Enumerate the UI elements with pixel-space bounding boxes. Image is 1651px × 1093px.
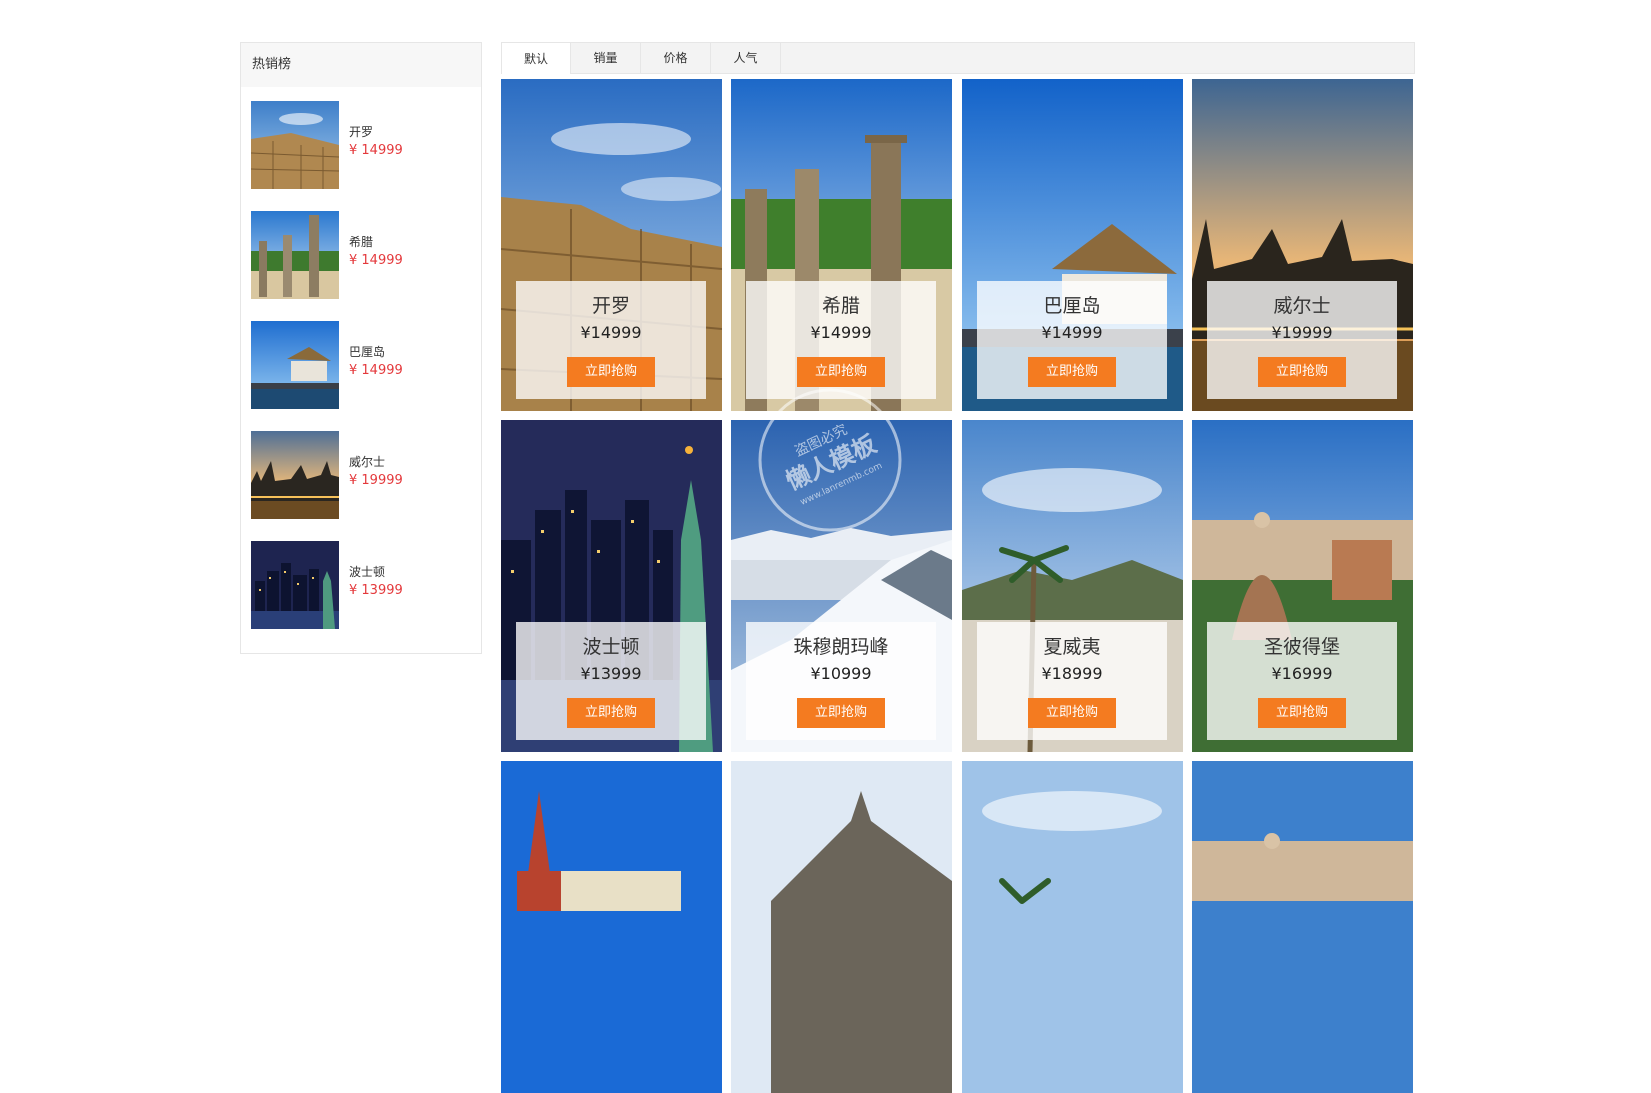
product-card-wales[interactable]: 威尔士 ¥19999 立即抢购: [1192, 79, 1413, 411]
product-card-everest[interactable]: 珠穆朗玛峰 ¥10999 立即抢购: [731, 420, 952, 752]
product-price: ¥16999: [1271, 664, 1333, 683]
product-name: 波士顿: [582, 636, 640, 658]
product-price: ¥14999: [580, 323, 642, 342]
buy-now-button[interactable]: 立即抢购: [567, 698, 655, 728]
sidebar-item-name[interactable]: 希腊: [349, 233, 373, 250]
greece-thumbnail[interactable]: [251, 211, 339, 299]
tab-price[interactable]: 价格: [641, 42, 711, 74]
buy-now-button[interactable]: 立即抢购: [797, 357, 885, 387]
sidebar-item-name[interactable]: 威尔士: [349, 453, 385, 470]
card-info-panel: 希腊 ¥14999 立即抢购: [746, 281, 936, 399]
product-card-temple[interactable]: [731, 761, 952, 1093]
product-card-moscow[interactable]: [501, 761, 722, 1093]
product-card-park[interactable]: [1192, 761, 1413, 1093]
sidebar-item-price: ¥ 14999: [349, 363, 403, 378]
tab-sales[interactable]: 销量: [571, 42, 641, 74]
card-info-panel: 开罗 ¥14999 立即抢购: [516, 281, 706, 399]
product-card-cairo[interactable]: 开罗 ¥14999 立即抢购: [501, 79, 722, 411]
product-name: 巴厘岛: [1043, 295, 1101, 317]
card-info-panel: 夏威夷 ¥18999 立即抢购: [977, 622, 1167, 740]
wales-thumbnail[interactable]: [251, 431, 339, 519]
buy-now-button[interactable]: 立即抢购: [797, 698, 885, 728]
temple-photo: [731, 761, 952, 1093]
product-name: 夏威夷: [1043, 636, 1101, 658]
product-card-bali[interactable]: 巴厘岛 ¥14999 立即抢购: [962, 79, 1183, 411]
product-name: 开罗: [591, 295, 630, 317]
product-price: ¥10999: [810, 664, 872, 683]
sidebar-item-price: ¥ 13999: [349, 583, 403, 598]
tab-popularity[interactable]: 人气: [711, 42, 781, 74]
sidebar-item-cairo[interactable]: 开罗 ¥ 14999: [251, 101, 471, 189]
palm-photo: [962, 761, 1183, 1093]
product-price: ¥14999: [810, 323, 872, 342]
card-info-panel: 圣彼得堡 ¥16999 立即抢购: [1207, 622, 1397, 740]
product-card-boston[interactable]: 波士顿 ¥13999 立即抢购: [501, 420, 722, 752]
boston-thumbnail[interactable]: [251, 541, 339, 629]
bali-thumbnail[interactable]: [251, 321, 339, 409]
product-name: 威尔士: [1273, 295, 1331, 317]
sidebar-item-bali[interactable]: 巴厘岛 ¥ 14999: [251, 321, 471, 409]
product-card-st-petersburg[interactable]: 圣彼得堡 ¥16999 立即抢购: [1192, 420, 1413, 752]
sidebar-item-greece[interactable]: 希腊 ¥ 14999: [251, 211, 471, 299]
sidebar-item-name[interactable]: 开罗: [349, 123, 373, 140]
buy-now-button[interactable]: 立即抢购: [1028, 357, 1116, 387]
product-name: 珠穆朗玛峰: [793, 636, 889, 658]
buy-now-button[interactable]: 立即抢购: [1258, 357, 1346, 387]
product-card-greece[interactable]: 希腊 ¥14999 立即抢购: [731, 79, 952, 411]
buy-now-button[interactable]: 立即抢购: [1028, 698, 1116, 728]
product-price: ¥18999: [1041, 664, 1103, 683]
moscow-photo: [501, 761, 722, 1093]
sidebar-item-boston[interactable]: 波士顿 ¥ 13999: [251, 541, 471, 629]
product-name: 圣彼得堡: [1263, 636, 1340, 658]
card-info-panel: 威尔士 ¥19999 立即抢购: [1207, 281, 1397, 399]
sort-tab-bar: 默认 销量 价格 人气: [501, 42, 1415, 74]
hot-sales-panel: 热销榜 开罗 ¥ 14999 希腊 ¥ 14999 巴厘岛 ¥ 14999 威尔…: [240, 42, 482, 654]
sidebar-item-wales[interactable]: 威尔士 ¥ 19999: [251, 431, 471, 519]
product-card-palm[interactable]: [962, 761, 1183, 1093]
sidebar-item-price: ¥ 19999: [349, 473, 403, 488]
product-card-hawaii[interactable]: 夏威夷 ¥18999 立即抢购: [962, 420, 1183, 752]
buy-now-button[interactable]: 立即抢购: [1258, 698, 1346, 728]
tab-default[interactable]: 默认: [501, 42, 571, 74]
card-info-panel: 波士顿 ¥13999 立即抢购: [516, 622, 706, 740]
buy-now-button[interactable]: 立即抢购: [567, 357, 655, 387]
product-price: ¥14999: [1041, 323, 1103, 342]
product-price: ¥13999: [580, 664, 642, 683]
cairo-thumbnail[interactable]: [251, 101, 339, 189]
card-info-panel: 巴厘岛 ¥14999 立即抢购: [977, 281, 1167, 399]
sidebar-item-name[interactable]: 巴厘岛: [349, 343, 385, 360]
product-price: ¥19999: [1271, 323, 1333, 342]
hot-sales-title: 热销榜: [241, 43, 481, 87]
product-name: 希腊: [821, 295, 860, 317]
sidebar-item-name[interactable]: 波士顿: [349, 563, 385, 580]
sidebar-item-price: ¥ 14999: [349, 143, 403, 158]
sidebar-item-price: ¥ 14999: [349, 253, 403, 268]
card-info-panel: 珠穆朗玛峰 ¥10999 立即抢购: [746, 622, 936, 740]
park-photo: [1192, 761, 1413, 1093]
